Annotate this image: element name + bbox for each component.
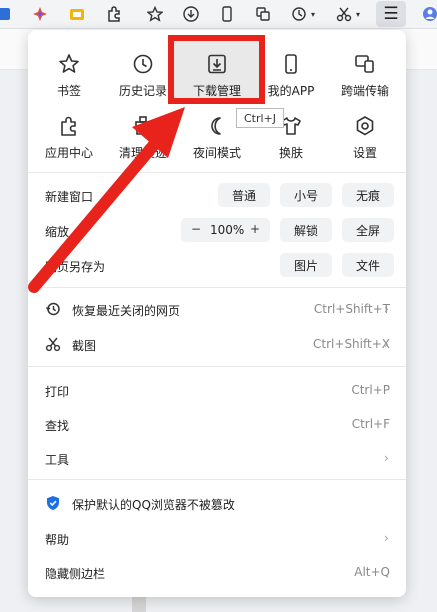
- extensions-puzzle-icon[interactable]: [104, 4, 124, 24]
- shield-icon: [47, 496, 59, 510]
- scissors-icon: [45, 337, 61, 352]
- grid-item-settings[interactable]: 设置: [334, 108, 396, 166]
- menu-item-shortcut: Alt+Q: [354, 565, 390, 579]
- zoom-value: 100%: [210, 223, 245, 237]
- ext-star-sparkle-icon[interactable]: [30, 4, 50, 24]
- new-window-small-button[interactable]: 小号: [280, 183, 332, 207]
- grid-label: 历史记录: [118, 84, 167, 98]
- menu-item-label: 隐藏侧边栏: [45, 567, 106, 581]
- save-as-file-button[interactable]: 文件: [342, 253, 394, 277]
- new-window-incognito-button[interactable]: 无痕: [342, 183, 394, 207]
- chevron-right-icon: ›: [384, 531, 389, 545]
- grid-item-my-app[interactable]: 我的APP: [260, 46, 322, 104]
- menu-item-label: 查找: [45, 419, 70, 433]
- grid-item-history[interactable]: 历史记录: [112, 46, 174, 104]
- bookmark-star-icon[interactable]: [145, 4, 165, 24]
- grid-label: 设置: [352, 146, 377, 160]
- history-icon[interactable]: [289, 4, 309, 24]
- phone-icon[interactable]: [217, 4, 237, 24]
- grid-item-app-center[interactable]: 应用中心: [38, 108, 100, 166]
- menu-item-shortcut: Ctrl+P: [351, 383, 390, 397]
- grid-item-bookmarks[interactable]: 书签: [38, 46, 100, 104]
- grid-label: 跨端传输: [340, 84, 389, 98]
- zoom-unlock-button[interactable]: 解锁: [280, 218, 332, 242]
- save-page-as-label: 网页另存为: [45, 260, 106, 274]
- new-window-normal-button[interactable]: 普通: [218, 183, 270, 207]
- star-icon: [59, 54, 79, 73]
- divider: [28, 366, 406, 367]
- menu-item-label: 打印: [45, 385, 70, 399]
- menu-item-shortcut: Ctrl+Shift+X: [313, 337, 390, 351]
- download-icon[interactable]: [181, 4, 201, 24]
- scissors-icon[interactable]: [334, 4, 354, 24]
- chevron-right-icon: ›: [384, 302, 389, 316]
- menu-item-label: 恢复最近关闭的网页: [72, 304, 181, 318]
- history-icon: [45, 302, 60, 316]
- clock-icon: [133, 54, 153, 74]
- menu-item-label: 保护默认的QQ浏览器不被篡改: [72, 498, 235, 512]
- ext-folder-icon[interactable]: [67, 4, 87, 24]
- grid-label: 清理痕迹: [118, 146, 167, 160]
- menu-item-shortcut: Ctrl+F: [351, 417, 390, 431]
- menu-item-label: 截图: [72, 339, 97, 353]
- chevron-right-icon: ›: [384, 337, 389, 351]
- zoom-in-button[interactable]: +: [250, 222, 260, 236]
- menu-item-label: 帮助: [45, 533, 70, 547]
- zoom-out-button[interactable]: −: [191, 222, 201, 236]
- grid-label: 应用中心: [44, 146, 93, 160]
- annotation-highlight-box: [168, 35, 265, 104]
- grid-item-clear-traces[interactable]: 清理痕迹: [112, 108, 174, 166]
- fullscreen-button[interactable]: 全屏: [342, 218, 394, 242]
- copy-icon[interactable]: [253, 4, 273, 24]
- devices-icon: [355, 55, 374, 73]
- menu-item-label: 工具: [45, 453, 70, 467]
- chevron-right-icon: ›: [384, 451, 389, 465]
- grid-label: 书签: [56, 84, 81, 98]
- grid-label: 换肤: [278, 146, 303, 160]
- phone-icon: [285, 54, 297, 74]
- divider: [28, 172, 406, 173]
- puzzle-icon: [61, 116, 76, 136]
- chevron-down-icon[interactable]: ▾: [308, 4, 318, 24]
- broom-icon: [135, 116, 151, 135]
- save-as-image-button[interactable]: 图片: [280, 253, 332, 277]
- new-window-label: 新建窗口: [45, 190, 94, 204]
- zoom-label: 缩放: [45, 225, 70, 239]
- profile-icon[interactable]: [420, 4, 437, 24]
- ext-translate-icon[interactable]: [0, 4, 14, 24]
- grid-label: 我的APP: [267, 84, 315, 98]
- menu-item-shortcut: Ctrl+Shift+T: [313, 302, 390, 316]
- moon-icon: [211, 117, 221, 135]
- menu-icon[interactable]: ☰: [376, 1, 406, 27]
- grid-label: 夜间模式: [192, 146, 241, 160]
- gear-icon: [356, 116, 374, 136]
- divider: [28, 479, 406, 480]
- grid-item-cross-device[interactable]: 跨端传输: [334, 46, 396, 104]
- divider: [28, 287, 406, 288]
- chevron-down-icon[interactable]: ▾: [353, 4, 363, 24]
- shortcut-tooltip: Ctrl+J: [236, 108, 284, 128]
- browser-toolbar: ▾ ▾ ☰: [0, 0, 437, 29]
